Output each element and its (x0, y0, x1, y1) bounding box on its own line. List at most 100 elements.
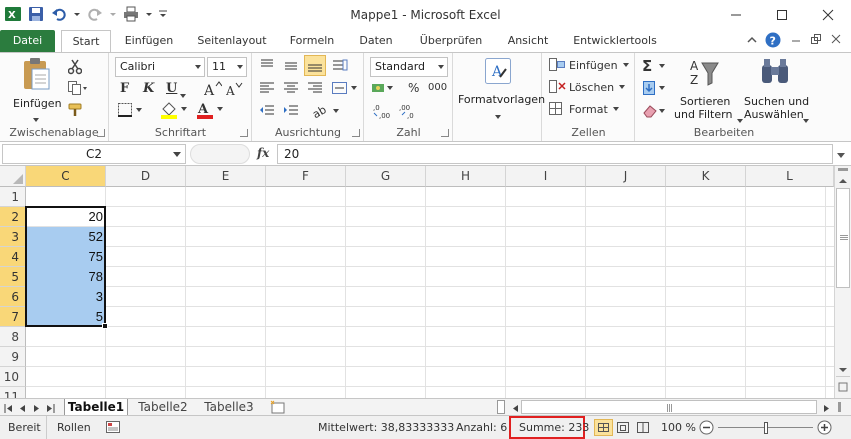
row-header-4[interactable]: 4 (0, 247, 26, 267)
normal-view-button[interactable] (594, 419, 613, 436)
tab-daten[interactable]: Daten (352, 30, 400, 52)
thousands-button[interactable]: 000 (428, 82, 447, 93)
horizontal-split-icon[interactable] (836, 400, 850, 414)
row-header-11[interactable]: 11 (0, 387, 26, 398)
alignment-launcher-icon[interactable] (352, 129, 360, 137)
align-bottom-button[interactable] (304, 55, 326, 76)
scroll-up-icon[interactable] (838, 175, 848, 188)
tab-einfuegen[interactable]: Einfügen (118, 30, 180, 52)
increase-indent-icon[interactable] (283, 103, 299, 122)
zoom-level[interactable]: 100 % (661, 421, 696, 434)
bold-button[interactable]: F (120, 81, 129, 96)
view-mode-icon[interactable] (836, 376, 850, 396)
minimize-ribbon-icon[interactable] (746, 34, 758, 49)
column-header-j[interactable]: J (586, 166, 666, 187)
align-right-icon[interactable] (307, 80, 323, 99)
align-middle-icon[interactable] (283, 58, 299, 77)
zoom-slider-thumb[interactable] (764, 422, 768, 434)
vertical-scroll-thumb[interactable] (836, 188, 850, 288)
column-header-k[interactable]: K (666, 166, 746, 187)
tab-datei[interactable]: Datei (0, 30, 55, 52)
column-header-i[interactable]: I (506, 166, 586, 187)
grow-font-icon[interactable]: A (203, 81, 223, 100)
column-header-h[interactable]: H (426, 166, 506, 187)
font-launcher-icon[interactable] (240, 129, 248, 137)
find-select-button[interactable]: Suchen und Auswählen (742, 55, 810, 123)
delete-cells-button[interactable]: Löschen (549, 80, 626, 94)
paste-button[interactable]: Einfügen (7, 57, 65, 122)
align-top-icon[interactable] (259, 58, 275, 77)
split-box-vertical[interactable] (838, 168, 848, 171)
expand-formula-bar-icon[interactable] (836, 150, 846, 163)
borders-icon[interactable] (118, 103, 144, 120)
column-header-f[interactable]: F (266, 166, 346, 187)
fill-icon[interactable] (642, 80, 668, 99)
percent-button[interactable]: % (408, 81, 419, 95)
orientation-icon[interactable] (332, 58, 354, 77)
page-layout-view-icon[interactable] (616, 421, 630, 437)
zoom-in-icon[interactable] (817, 420, 832, 438)
tab-seitenlayout[interactable]: Seitenlayout (192, 30, 272, 52)
copy-icon[interactable] (68, 81, 88, 98)
minimize-button[interactable] (713, 0, 759, 30)
close-button[interactable] (805, 0, 851, 30)
workbook-minimize-icon[interactable] (790, 33, 802, 48)
shrink-font-icon[interactable]: A (225, 81, 244, 100)
align-left-icon[interactable] (259, 80, 275, 99)
name-box-dropdown-icon[interactable] (173, 152, 181, 158)
tab-ansicht[interactable]: Ansicht (500, 30, 556, 52)
font-name-select[interactable]: Calibri (115, 57, 205, 77)
merge-center-icon[interactable] (331, 80, 357, 99)
format-cells-button[interactable]: Format (549, 102, 620, 116)
align-center-icon[interactable] (283, 80, 299, 99)
row-header-7[interactable]: 7 (0, 307, 26, 327)
font-color-icon[interactable]: A (196, 101, 224, 122)
underline-dropdown-icon[interactable] (180, 88, 186, 101)
tab-start[interactable]: Start (61, 30, 111, 53)
row-header-8[interactable]: 8 (0, 327, 26, 347)
increase-decimal-icon[interactable]: ,0,00 (373, 103, 395, 122)
cut-icon[interactable] (67, 59, 83, 78)
clipboard-launcher-icon[interactable] (97, 129, 105, 137)
format-templates-button[interactable]: A Formatvorlagen (454, 55, 545, 119)
zoom-out-icon[interactable] (699, 420, 714, 438)
name-box[interactable]: C2 (2, 144, 186, 164)
text-orientation-icon[interactable]: ab (310, 103, 343, 122)
insert-cells-button[interactable]: Einfügen (549, 58, 630, 72)
number-format-select[interactable]: Standard (370, 57, 448, 77)
row-header-6[interactable]: 6 (0, 287, 26, 307)
font-size-select[interactable]: 11 (207, 57, 247, 77)
row-header-3[interactable]: 3 (0, 227, 26, 247)
formula-input[interactable]: 20 (277, 144, 833, 164)
row-header-10[interactable]: 10 (0, 367, 26, 387)
underline-button[interactable]: U (166, 81, 177, 96)
format-painter-icon[interactable] (68, 103, 84, 120)
row-header-5[interactable]: 5 (0, 267, 26, 287)
row-header-2[interactable]: 2 (0, 207, 26, 227)
select-all-corner[interactable] (0, 166, 26, 187)
sort-filter-button[interactable]: AZ Sortieren und Filtern (674, 55, 743, 123)
tab-entwicklertools[interactable]: Entwicklertools (568, 30, 662, 52)
tab-ueberpruefen[interactable]: Überprüfen (413, 30, 489, 52)
sheet-tab-tabelle1[interactable]: Tabelle1 (64, 399, 128, 416)
vertical-scrollbar[interactable] (834, 166, 851, 398)
sheet-tab-tabelle2[interactable]: Tabelle2 (132, 399, 194, 416)
maximize-button[interactable] (759, 0, 805, 30)
sheet-tab-tabelle3[interactable]: Tabelle3 (198, 399, 260, 416)
italic-button[interactable]: K (143, 81, 154, 96)
formula-bar-splitter[interactable] (190, 144, 250, 164)
row-header-1[interactable]: 1 (0, 187, 26, 207)
column-header-l[interactable]: L (746, 166, 834, 187)
column-header-d[interactable]: D (106, 166, 186, 187)
insert-function-button[interactable]: fx (257, 146, 269, 160)
fill-handle[interactable] (102, 323, 108, 329)
workbook-restore-icon[interactable] (810, 33, 822, 48)
column-header-e[interactable]: E (186, 166, 266, 187)
currency-icon[interactable] (371, 80, 395, 99)
worksheet-grid[interactable]: C D E F G H I J K L 1 2 3 4 5 6 7 8 9 10… (0, 166, 834, 398)
clear-icon[interactable] (642, 103, 668, 122)
macro-record-icon[interactable] (106, 420, 120, 437)
column-header-g[interactable]: G (346, 166, 426, 187)
fill-color-icon[interactable] (160, 101, 188, 122)
row-header-9[interactable]: 9 (0, 347, 26, 367)
